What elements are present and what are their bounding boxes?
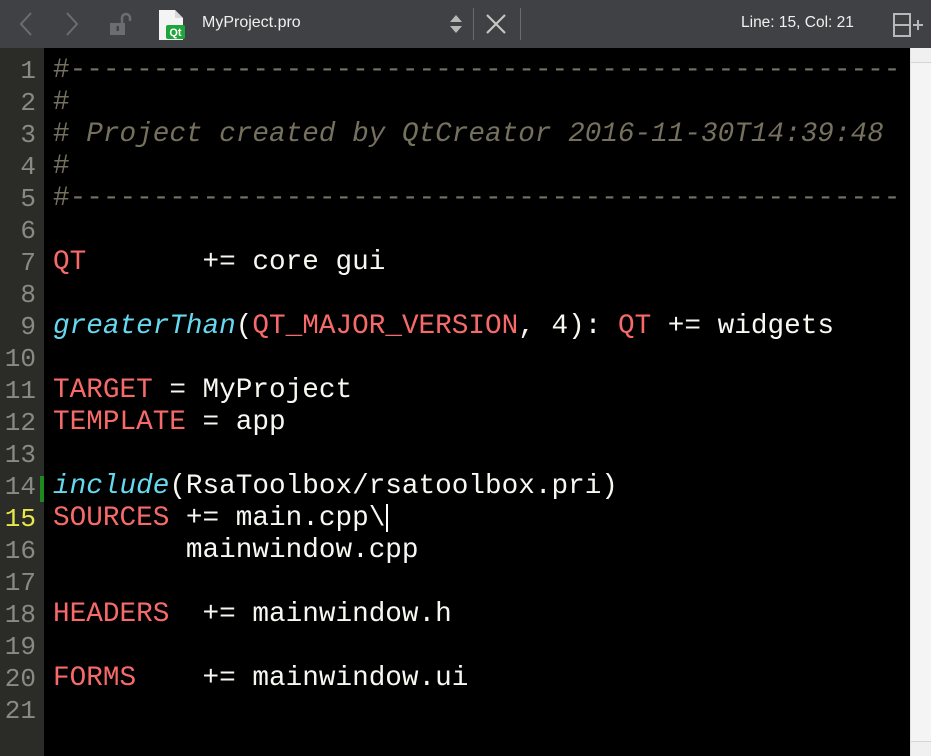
code-token-plain: += core gui — [86, 247, 386, 278]
code-line[interactable]: include(RsaToolbox/rsatoolbox.pri) — [53, 471, 618, 503]
line-number-gutter[interactable]: 1 2 3 4 5 6 7 8 9 10 11 12 13 14 15 16 17 18 19 20 21 — [0, 48, 44, 756]
code-token-plain: = MyProject — [152, 375, 353, 406]
cursor-position-label[interactable]: Line: 15, Col: 21 — [741, 14, 854, 32]
code-token-var: FORMS — [53, 663, 137, 694]
code-token-var: TARGET — [53, 375, 153, 406]
line-number: 8 — [20, 280, 36, 310]
toolbar-separator — [473, 8, 474, 40]
forward-button[interactable] — [58, 10, 86, 38]
line-number: 19 — [4, 632, 36, 662]
line-number: 3 — [20, 120, 36, 150]
toolbar-separator — [520, 8, 521, 40]
scroll-down-button[interactable] — [911, 741, 931, 756]
line-number: 13 — [4, 440, 36, 470]
code-token-plain: mainwindow.cpp — [53, 535, 419, 566]
code-editor[interactable]: #---------------------------------------… — [44, 48, 910, 756]
line-number: 18 — [4, 600, 36, 630]
code-token-var: QT — [617, 311, 652, 342]
code-token-func: include — [53, 471, 170, 502]
code-line[interactable]: TEMPLATE = app — [53, 407, 286, 439]
code-token-comment: #---------------------------------------… — [53, 183, 901, 214]
line-number: 10 — [4, 344, 36, 374]
line-number: 14 — [4, 472, 36, 502]
line-number: 17 — [4, 568, 36, 598]
line-number: 12 — [4, 408, 36, 438]
code-token-plain: ( — [235, 311, 253, 342]
unlocked-icon — [110, 12, 132, 35]
split-add-icon — [893, 13, 923, 37]
qt-file-icon: Qt — [159, 10, 185, 40]
code-line[interactable]: # Project created by QtCreator 2016-11-3… — [53, 119, 884, 151]
split-button[interactable] — [891, 10, 925, 40]
code-line[interactable]: #---------------------------------------… — [53, 183, 900, 215]
code-token-plain: , 4): — [518, 311, 618, 342]
code-line[interactable]: FORMS += mainwindow.ui — [53, 663, 468, 695]
scroll-up-button[interactable] — [911, 48, 931, 63]
back-button[interactable] — [12, 10, 40, 38]
code-token-func: greaterThan — [53, 311, 236, 342]
code-token-var: TEMPLATE — [53, 407, 186, 438]
code-line[interactable]: HEADERS += mainwindow.h — [53, 599, 452, 631]
line-number: 4 — [20, 152, 36, 182]
line-number: 6 — [20, 216, 36, 246]
line-number: 2 — [20, 88, 36, 118]
code-token-comment: # — [53, 119, 70, 150]
line-number: 20 — [4, 664, 36, 694]
code-token-var: QT — [53, 247, 87, 278]
code-token-comment: # — [53, 151, 70, 182]
code-line[interactable]: # — [53, 151, 70, 183]
code-line[interactable]: QT += core gui — [53, 247, 385, 279]
code-token-comment: Project created by QtCreator 2016-11-30T… — [69, 119, 884, 150]
line-number: 21 — [4, 696, 36, 726]
code-token-plain: += main.cpp\ — [169, 503, 386, 534]
line-number: 1 — [20, 56, 36, 86]
code-line[interactable]: TARGET = MyProject — [53, 375, 352, 407]
code-token-plain: += widgets — [651, 311, 834, 342]
line-number: 9 — [20, 312, 36, 342]
up-down-arrows-icon — [450, 15, 462, 33]
code-line[interactable]: mainwindow.cpp — [53, 535, 419, 567]
code-token-var: HEADERS — [53, 599, 170, 630]
line-number: 16 — [4, 536, 36, 566]
text-cursor — [386, 503, 389, 532]
chevron-right-icon — [66, 12, 79, 36]
code-line[interactable]: #---------------------------------------… — [53, 55, 900, 87]
code-token-var: QT_MAJOR_VERSION — [252, 311, 519, 342]
code-token-plain: = app — [185, 407, 286, 438]
file-type-icon-container: Qt — [156, 8, 188, 42]
file-switch-button[interactable] — [444, 10, 468, 38]
chevron-left-icon — [19, 12, 32, 36]
line-number: 11 — [4, 376, 36, 406]
code-token-comment: #---------------------------------------… — [53, 55, 901, 86]
code-token-plain: += mainwindow.ui — [136, 663, 469, 694]
close-icon — [486, 14, 506, 34]
code-token-plain: (RsaToolbox/rsatoolbox.pri) — [169, 471, 618, 502]
close-document-button[interactable] — [482, 10, 510, 38]
line-number: 15 — [4, 504, 36, 534]
code-token-var: SOURCES — [53, 503, 170, 534]
editor-toolbar: Qt MyProject.pro Line: 15, Col: 21 — [0, 0, 931, 48]
lock-toggle-button[interactable] — [106, 10, 134, 38]
svg-text:Qt: Qt — [169, 27, 182, 39]
code-token-comment: # — [53, 87, 70, 118]
code-line[interactable]: SOURCES += main.cpp\ — [53, 503, 389, 535]
vertical-scrollbar[interactable] — [910, 48, 931, 756]
code-line[interactable]: # — [53, 87, 70, 119]
file-name-label[interactable]: MyProject.pro — [202, 14, 301, 32]
line-number: 5 — [20, 184, 36, 214]
code-line[interactable]: greaterThan(QT_MAJOR_VERSION, 4): QT += … — [53, 311, 834, 343]
code-token-plain: += mainwindow.h — [169, 599, 452, 630]
line-number: 7 — [20, 248, 36, 278]
